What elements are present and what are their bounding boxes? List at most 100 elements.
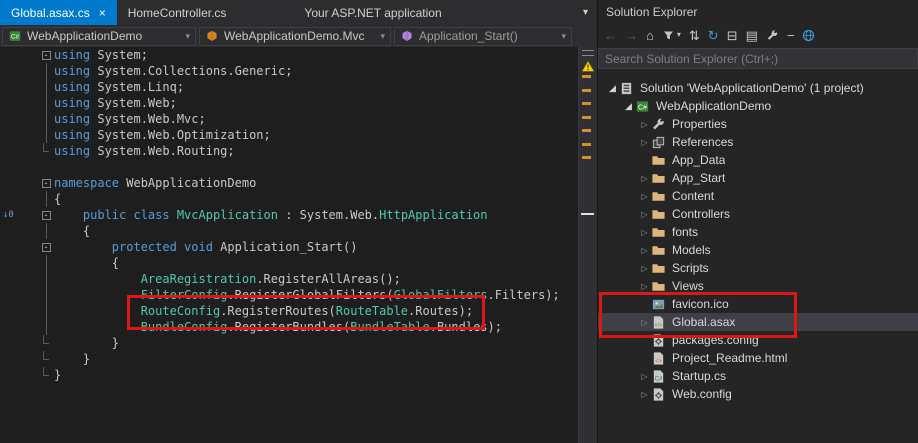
sync-with-active-document-button[interactable]: ⇅ — [689, 29, 700, 42]
code-line[interactable]: - using System; — [0, 47, 578, 63]
code-line[interactable]: - protected void Application_Start() — [0, 239, 578, 255]
member-dropdown-label: Application_Start() — [419, 29, 518, 43]
code-line[interactable]: using System.Collections.Generic; — [0, 63, 578, 79]
expand-node-icon[interactable]: ▷ — [638, 390, 651, 399]
type-dropdown[interactable]: WebApplicationDemo.Mvc ▾ — [199, 26, 391, 46]
preview-selected-items-button[interactable]: − — [787, 29, 795, 42]
expand-node-icon[interactable]: ▷ — [638, 318, 651, 327]
tree-item-references[interactable]: ▷ References — [598, 133, 918, 151]
fold-margin — [38, 63, 54, 79]
tree-item-properties[interactable]: ▷ Properties — [598, 115, 918, 133]
reference-count-glyph: ↓0 — [3, 210, 14, 220]
splitter-grip[interactable] — [582, 50, 594, 56]
tab-global-asax-cs[interactable]: Global.asax.cs × — [0, 0, 117, 25]
tree-item-webapplicationdemo[interactable]: ◢ C# WebApplicationDemo — [598, 97, 918, 115]
tree-item-global-asax[interactable]: ▷ </> Global.asax — [598, 313, 918, 331]
chevron-down-icon: ▾ — [676, 30, 681, 39]
code-line[interactable]: BundleConfig.RegisterBundles(BundleTable… — [0, 319, 578, 335]
code-editor[interactable]: - using System; using System.Collections.G… — [0, 47, 597, 443]
code-line[interactable] — [0, 159, 578, 175]
code-text: using System.Linq; — [54, 80, 185, 94]
tree-item-favicon-ico[interactable]: favicon.ico — [598, 295, 918, 313]
web-button[interactable] — [802, 29, 815, 42]
collapse-region-icon[interactable]: - — [38, 239, 54, 255]
code-line[interactable]: using System.Web; — [0, 95, 578, 111]
home-button[interactable]: ⌂ — [646, 29, 654, 42]
svg-text:</>: </> — [655, 322, 662, 328]
tree-item-controllers[interactable]: ▷ Controllers — [598, 205, 918, 223]
collapse-region-icon[interactable]: - — [38, 47, 54, 63]
code-line[interactable]: } — [0, 366, 578, 383]
code-line[interactable]: - namespace WebApplicationDemo — [0, 175, 578, 191]
code-line[interactable]: using System.Web.Optimization; — [0, 127, 578, 143]
expand-node-icon[interactable]: ▷ — [638, 246, 651, 255]
search-input[interactable] — [598, 48, 918, 69]
tree-item-scripts[interactable]: ▷ Scripts — [598, 259, 918, 277]
member-dropdown[interactable]: Application_Start() ▾ — [394, 26, 572, 46]
refresh-button[interactable]: ↻ — [708, 29, 719, 42]
tree-item-startup-cs[interactable]: ▷ C# Startup.cs — [598, 367, 918, 385]
warning-icon[interactable] — [581, 60, 595, 73]
expand-node-icon[interactable]: ▷ — [638, 210, 651, 219]
tab-your-asp-net-application[interactable]: Your ASP.NET application — [293, 0, 452, 25]
code-line[interactable]: { — [0, 223, 578, 239]
collapse-region-icon[interactable]: - — [38, 207, 54, 223]
tree-item-app-data[interactable]: App_Data — [598, 151, 918, 169]
tree-item-label: Project_Readme.html — [672, 351, 788, 365]
forward-button[interactable]: → — [625, 29, 638, 42]
expand-node-icon[interactable]: ▷ — [638, 372, 651, 381]
project-dropdown[interactable]: C# WebApplicationDemo ▾ — [2, 26, 196, 46]
editor-scrollbar[interactable] — [578, 47, 597, 443]
collapse-all-button[interactable]: ⊟ — [727, 29, 738, 42]
tab-homecontroller-cs[interactable]: HomeController.cs — [117, 0, 238, 25]
tree-item-packages-config[interactable]: packages.config — [598, 331, 918, 349]
image-icon — [651, 296, 667, 312]
code-text: { — [54, 192, 62, 206]
show-all-files-button[interactable]: ▤ — [746, 29, 758, 42]
expand-node-icon[interactable]: ▷ — [638, 192, 651, 201]
tree-item-models[interactable]: ▷ Models — [598, 241, 918, 259]
close-icon[interactable]: × — [99, 7, 106, 19]
expand-node-icon[interactable]: ▷ — [638, 264, 651, 273]
tree-item-project-readme-html[interactable]: <> Project_Readme.html — [598, 349, 918, 367]
code-line[interactable]: using System.Web.Routing; — [0, 142, 578, 159]
tree-item-views[interactable]: ▷ Views — [598, 277, 918, 295]
collapse-region-icon[interactable]: - — [38, 175, 54, 191]
code-line[interactable]: } — [0, 350, 578, 367]
collapse-node-icon[interactable]: ◢ — [606, 83, 619, 94]
expand-node-icon[interactable]: ▷ — [638, 174, 651, 183]
tree-item-web-config[interactable]: ▷ Web.config — [598, 385, 918, 403]
code-text: AreaRegistration.RegisterAllAreas(); — [140, 272, 401, 286]
expand-node-icon[interactable]: ▷ — [638, 138, 651, 147]
solution-explorer-toolbar: ← → ⌂ ▾ ⇅ ↻ ⊟ ▤ − — [598, 24, 918, 46]
expand-node-icon[interactable]: ▷ — [638, 282, 651, 291]
properties-button[interactable] — [766, 29, 779, 42]
code-line[interactable]: { — [0, 191, 578, 207]
code-text: } — [54, 352, 91, 366]
fold-margin — [38, 159, 54, 175]
filter-button[interactable]: ▾ — [662, 29, 681, 42]
config-icon — [651, 386, 667, 402]
expand-node-icon[interactable]: ▷ — [638, 228, 651, 237]
code-line[interactable]: ↓0 - public class MvcApplication : System… — [0, 207, 578, 223]
tab-list-chevron-icon[interactable]: ▾ — [574, 0, 597, 25]
code-line[interactable]: AreaRegistration.RegisterAllAreas(); — [0, 271, 578, 287]
code-text: } — [54, 368, 62, 382]
tree-item-fonts[interactable]: ▷ fonts — [598, 223, 918, 241]
code-line[interactable]: FilterConfig.RegisterGlobalFilters(Globa… — [0, 287, 578, 303]
tree-item-label: favicon.ico — [672, 297, 729, 311]
expand-node-icon[interactable]: ▷ — [638, 120, 651, 129]
code-text: { — [54, 256, 120, 270]
back-button[interactable]: ← — [604, 29, 617, 42]
code-line[interactable]: } — [0, 334, 578, 351]
method-icon — [400, 29, 414, 43]
collapse-node-icon[interactable]: ◢ — [622, 101, 635, 112]
tree-item-label: References — [672, 135, 734, 149]
tree-item-content[interactable]: ▷ Content — [598, 187, 918, 205]
tree-item-app-start[interactable]: ▷ App_Start — [598, 169, 918, 187]
code-line[interactable]: using System.Linq; — [0, 79, 578, 95]
code-line[interactable]: RouteConfig.RegisterRoutes(RouteTable.Ro… — [0, 303, 578, 319]
tree-item-solution-webapplicationdemo-1-project[interactable]: ◢ Solution 'WebApplicationDemo' (1 projec… — [598, 79, 918, 97]
code-line[interactable]: { — [0, 255, 578, 271]
code-line[interactable]: using System.Web.Mvc; — [0, 111, 578, 127]
